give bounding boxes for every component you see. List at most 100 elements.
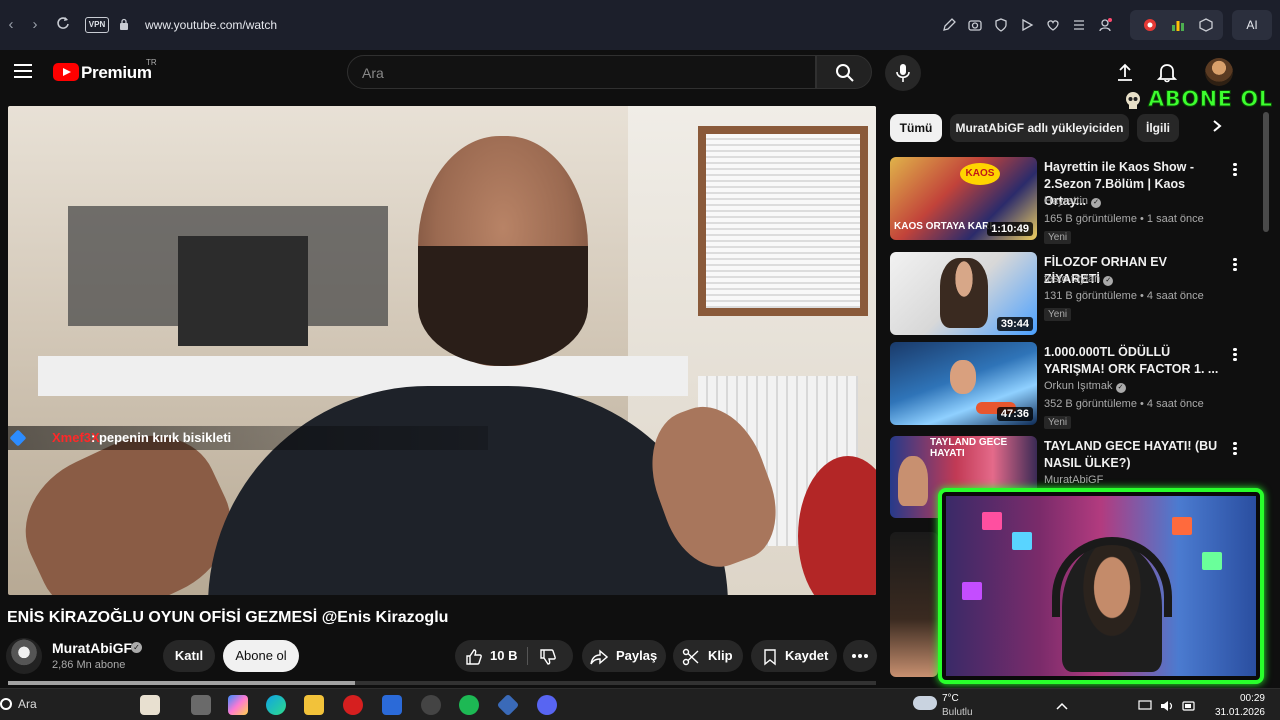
recommendation-channel[interactable]: testo taylan ✓ bbox=[1044, 273, 1114, 286]
search-button[interactable] bbox=[816, 55, 872, 89]
obs-icon[interactable] bbox=[421, 695, 441, 715]
profile-icon[interactable] bbox=[1097, 17, 1113, 33]
recommendation-title[interactable]: TAYLAND GECE HAYATI! (BU NASIL ÜLKE?) bbox=[1044, 438, 1224, 472]
chevron-up-icon[interactable] bbox=[1055, 700, 1069, 712]
menu-icon[interactable] bbox=[14, 64, 32, 78]
chip-all[interactable]: Tümü bbox=[890, 114, 942, 142]
recommendation-channel[interactable]: Orkun Işıtmak ✓ bbox=[1044, 380, 1126, 393]
upload-icon[interactable] bbox=[1114, 61, 1136, 83]
share-button[interactable]: Paylaş bbox=[582, 640, 666, 672]
channel-name[interactable]: MuratAbiGF bbox=[52, 640, 132, 656]
video-thumbnail[interactable] bbox=[890, 532, 938, 677]
back-icon[interactable]: ‹ bbox=[2, 16, 20, 34]
chip-related[interactable]: İlgili bbox=[1137, 114, 1179, 142]
recommendation-item[interactable]: 39:44 FİLOZOF ORHAN EV ZİYARETİ testo ta… bbox=[890, 252, 1240, 338]
play-icon[interactable] bbox=[1019, 17, 1035, 33]
taskbar-app-icon[interactable] bbox=[191, 695, 211, 715]
video-thumbnail[interactable]: 47:36 bbox=[890, 342, 1037, 425]
recommendation-item[interactable]: 47:36 1.000.000TL ÖDÜLLÜ YARIŞMA! ORK FA… bbox=[890, 342, 1240, 429]
opera-icon[interactable] bbox=[343, 695, 363, 715]
shield-icon[interactable] bbox=[993, 17, 1009, 33]
more-actions-button[interactable] bbox=[843, 640, 877, 672]
like-divider bbox=[527, 647, 528, 665]
clip-button[interactable]: Klip bbox=[673, 640, 743, 672]
monitor-icon[interactable] bbox=[1138, 700, 1152, 712]
taskbar-app-icon[interactable] bbox=[140, 695, 160, 715]
search-icon[interactable] bbox=[0, 698, 12, 710]
search-input[interactable]: Ara bbox=[362, 65, 384, 81]
file-explorer-icon[interactable] bbox=[304, 695, 324, 715]
notifications-icon[interactable] bbox=[1156, 61, 1178, 83]
like-count[interactable]: 10 B bbox=[490, 640, 517, 672]
recommendation-channel[interactable]: MuratAbiGF bbox=[1044, 474, 1103, 486]
windows-taskbar: Ara bbox=[0, 688, 1280, 720]
lock-icon[interactable] bbox=[119, 18, 129, 31]
chat-message: : pepenin kırık bisikleti bbox=[91, 430, 232, 445]
copilot-icon[interactable] bbox=[228, 695, 248, 715]
taskbar-clock[interactable]: 00:29 bbox=[1210, 693, 1265, 704]
taskbar-date[interactable]: 31.01.2026 bbox=[1200, 707, 1265, 718]
app-icon[interactable] bbox=[496, 693, 520, 717]
save-button[interactable]: Kaydet bbox=[751, 640, 837, 672]
youtube-header: Premium TR Ara ABONE OL bbox=[0, 50, 1280, 112]
video-progress-bar[interactable] bbox=[8, 681, 876, 685]
volume-icon[interactable] bbox=[1160, 700, 1174, 712]
youtube-logo-icon[interactable] bbox=[53, 63, 79, 81]
scissors-icon bbox=[682, 648, 699, 666]
channel-avatar[interactable] bbox=[6, 638, 42, 674]
account-avatar[interactable] bbox=[1205, 58, 1233, 86]
video-title: ENİS KİRAZOĞLU OYUN OFİSİ GEZMESİ @Enis … bbox=[7, 609, 449, 626]
extension-bars-icon[interactable] bbox=[1170, 17, 1186, 33]
join-button[interactable]: Katıl bbox=[163, 640, 215, 672]
heart-icon[interactable] bbox=[1045, 17, 1061, 33]
discord-icon[interactable] bbox=[537, 695, 557, 715]
more-vertical-icon[interactable] bbox=[1230, 161, 1240, 179]
taskbar-search[interactable]: Ara bbox=[18, 697, 37, 711]
webcam-wall-panel bbox=[1012, 532, 1032, 550]
voice-search-button[interactable] bbox=[885, 55, 921, 91]
subscribe-button[interactable]: Abone ol bbox=[223, 640, 299, 672]
chevron-right-icon[interactable] bbox=[1210, 119, 1230, 139]
reload-icon[interactable] bbox=[54, 16, 72, 34]
extension-red-icon[interactable] bbox=[1142, 17, 1158, 33]
search-box[interactable]: Ara bbox=[347, 55, 816, 89]
vpn-badge[interactable]: VPN bbox=[85, 17, 109, 33]
recommendation-channel-name: Hayrettin bbox=[1044, 195, 1089, 207]
recommendation-item[interactable]: KAOS KAOS ORTAYA KARI 1:10:49 Hayrettin … bbox=[890, 157, 1240, 244]
new-badge: Yeni bbox=[1044, 416, 1072, 429]
edge-icon[interactable] bbox=[266, 695, 286, 715]
forward-icon[interactable]: › bbox=[26, 16, 44, 34]
address-bar[interactable]: www.youtube.com/watch bbox=[145, 18, 277, 32]
more-vertical-icon[interactable] bbox=[1230, 346, 1240, 364]
recommendation-meta: 131 B görüntüleme • 4 saat önce bbox=[1044, 290, 1204, 302]
video-thumbnail[interactable]: KAOS KAOS ORTAYA KARI 1:10:49 bbox=[890, 157, 1037, 240]
list-icon[interactable] bbox=[1071, 17, 1087, 33]
edit-icon[interactable] bbox=[941, 17, 957, 33]
more-vertical-icon[interactable] bbox=[1230, 256, 1240, 274]
video-player[interactable]: Xmef3X : pepenin kırık bisikleti bbox=[8, 106, 876, 595]
camera-icon[interactable] bbox=[967, 17, 983, 33]
sidebar-scrollbar[interactable] bbox=[1263, 112, 1269, 232]
more-vertical-icon[interactable] bbox=[1230, 440, 1240, 458]
mail-icon[interactable] bbox=[382, 695, 402, 715]
cloud-icon[interactable] bbox=[913, 696, 937, 710]
microphone-icon bbox=[896, 64, 910, 82]
dislike-icon[interactable] bbox=[539, 648, 557, 666]
share-label: Paylaş bbox=[616, 648, 658, 663]
weather-temperature[interactable]: 7°C bbox=[942, 693, 959, 704]
video-thumbnail[interactable]: 39:44 bbox=[890, 252, 1037, 335]
recommendation-title[interactable]: 1.000.000TL ÖDÜLLÜ YARIŞMA! ORK FACTOR 1… bbox=[1044, 344, 1224, 378]
more-horizontal-icon bbox=[852, 654, 868, 658]
webcam-wall-panel bbox=[1172, 517, 1192, 535]
share-icon bbox=[590, 649, 608, 665]
ai-button[interactable]: AI bbox=[1232, 10, 1272, 40]
chip-from-uploader[interactable]: MuratAbiGF adlı yükleyiciden bbox=[950, 114, 1129, 142]
bookmark-icon bbox=[764, 649, 776, 666]
weather-condition[interactable]: Bulutlu bbox=[942, 707, 973, 718]
spotify-icon[interactable] bbox=[459, 695, 479, 715]
extension-cube-icon[interactable] bbox=[1198, 17, 1214, 33]
brand-premium[interactable]: Premium bbox=[81, 63, 152, 83]
battery-icon[interactable] bbox=[1182, 700, 1196, 712]
recommendation-channel[interactable]: Hayrettin ✓ bbox=[1044, 195, 1102, 208]
like-icon[interactable] bbox=[465, 648, 483, 666]
